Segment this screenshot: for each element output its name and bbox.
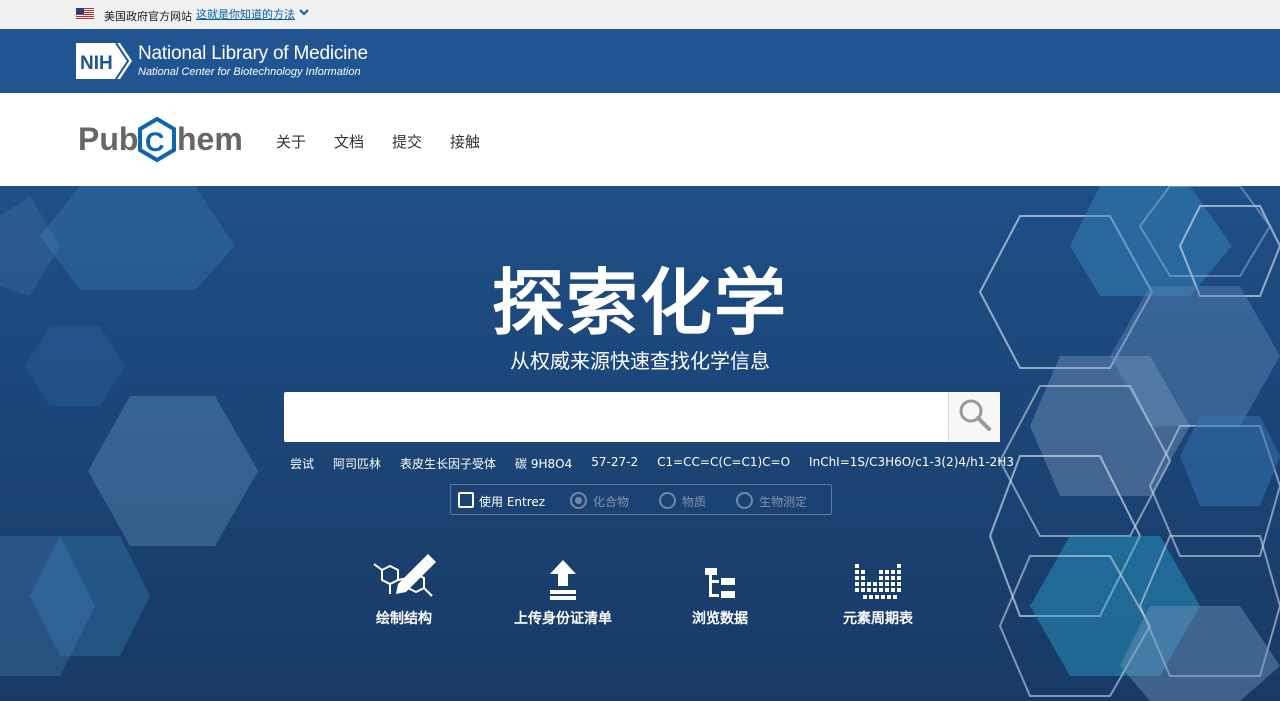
tree-icon [640, 552, 800, 600]
draw-structure-button[interactable]: 绘制结构 [324, 552, 484, 628]
us-flag-icon [76, 8, 94, 20]
gov-banner: 美国政府官方网站 这就是你知道的方法 [0, 0, 1280, 29]
try-label: 尝试 [290, 457, 315, 471]
try-example-aspirin[interactable]: 阿司匹林 [333, 455, 381, 472]
upload-id-list-label: 上传身份证清单 [514, 611, 612, 627]
try-example-inchi[interactable]: InChI=1S/C3H6O/c1-3(2)4/h1-2H3 [809, 455, 1014, 472]
browse-data-label: 浏览数据 [692, 611, 748, 627]
nih-title[interactable]: National Library of Medicine [138, 43, 368, 65]
nih-logo[interactable]: NIH [76, 42, 132, 80]
use-entrez-checkbox[interactable] [458, 492, 474, 508]
hero-title: 探索化学 [491, 261, 788, 345]
use-entrez-label[interactable]: 使用 Entrez [479, 493, 545, 510]
try-example-formula[interactable]: 碳 9H8O4 [515, 455, 572, 472]
svg-text:NIH: NIH [80, 53, 113, 74]
try-example-smiles[interactable]: C1=CC=C(C=C1)C=O [657, 455, 790, 472]
search-input[interactable] [284, 392, 948, 442]
periodic-table-button[interactable]: 元素周期表 [798, 552, 958, 628]
search-box [284, 392, 1000, 442]
nav-docs[interactable]: 文档 [334, 131, 364, 152]
radio-bioassay[interactable] [736, 492, 753, 509]
radio-compound[interactable] [570, 492, 587, 509]
periodic-table-label: 元素周期表 [843, 611, 913, 627]
quick-actions: 绘制结构 上传身份证清单 浏览数据 元素周期表 [0, 552, 1280, 632]
pubchem-logo[interactable]: Pub C hem [78, 116, 248, 163]
radio-substance[interactable] [659, 492, 676, 509]
nav-submit[interactable]: 提交 [392, 131, 422, 152]
gov-banner-link[interactable]: 这就是你知道的方法 [196, 6, 295, 22]
nav-contact[interactable]: 接触 [450, 131, 480, 152]
nih-header: NIH National Library of Medicine Nationa… [0, 29, 1280, 93]
gov-banner-text: 美国政府官方网站 [104, 10, 192, 23]
try-examples: 尝试 阿司匹林 表皮生长因子受体 碳 9H8O4 57-27-2 C1=CC=C… [290, 455, 1014, 472]
radio-bioassay-label[interactable]: 生物测定 [759, 493, 807, 510]
hero-section: 探索化学 从权威来源快速查找化学信息 尝试 阿司匹林 表皮生长因子受体 碳 9H… [0, 186, 1280, 701]
pubchem-navbar: Pub C hem 关于 文档 提交 接触 [0, 93, 1280, 186]
search-icon [958, 398, 992, 436]
draw-structure-label: 绘制结构 [376, 611, 432, 627]
nav-about[interactable]: 关于 [276, 131, 306, 152]
chevron-down-icon[interactable] [298, 6, 310, 21]
draw-structure-icon [324, 552, 484, 600]
browse-data-button[interactable]: 浏览数据 [640, 552, 800, 628]
radio-compound-label[interactable]: 化合物 [593, 493, 629, 510]
hero-subtitle: 从权威来源快速查找化学信息 [510, 349, 770, 373]
main-nav: 关于 文档 提交 接触 [276, 131, 480, 152]
svg-text:hem: hem [177, 121, 243, 157]
upload-id-list-button[interactable]: 上传身份证清单 [483, 552, 643, 628]
search-button[interactable] [948, 392, 1000, 442]
upload-icon [483, 552, 643, 600]
radio-substance-label[interactable]: 物质 [682, 493, 706, 510]
svg-text:Pub: Pub [78, 121, 138, 157]
periodic-table-icon [798, 552, 958, 600]
entrez-options: 使用 Entrez 化合物 物质 生物测定 [450, 484, 832, 515]
try-example-cas[interactable]: 57-27-2 [591, 455, 638, 472]
try-example-egfr[interactable]: 表皮生长因子受体 [400, 455, 496, 472]
nih-subtitle: National Center for Biotechnology Inform… [138, 66, 361, 78]
svg-text:C: C [145, 127, 165, 157]
